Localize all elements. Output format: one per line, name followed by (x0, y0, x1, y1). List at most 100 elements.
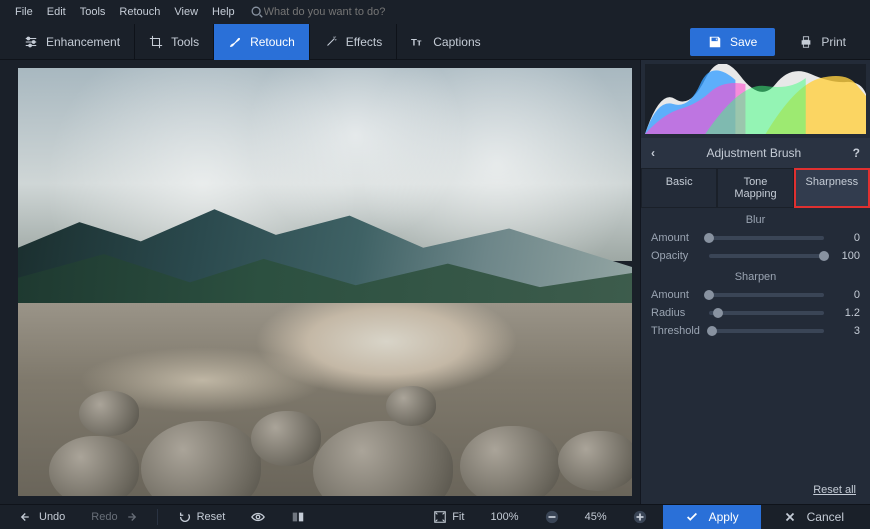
menu-edit[interactable]: Edit (40, 6, 73, 18)
print-label: Print (821, 35, 846, 49)
zoom-in-button[interactable] (623, 506, 657, 528)
reset-label: Reset (197, 511, 226, 523)
slider-thumb[interactable] (707, 326, 717, 336)
slider-value: 3 (830, 325, 860, 337)
tab-enhancement[interactable]: Enhancement (10, 24, 135, 60)
menu-retouch[interactable]: Retouch (112, 6, 167, 18)
slider-track[interactable] (709, 329, 824, 333)
fit-label: Fit (452, 511, 464, 523)
slider-label: Threshold (651, 325, 703, 337)
redo-label: Redo (91, 511, 117, 523)
compare-icon (291, 510, 305, 524)
wand-icon (324, 35, 338, 49)
cancel-button[interactable]: Cancel (767, 505, 860, 529)
cancel-label: Cancel (807, 510, 844, 524)
slider-value: 100 (830, 250, 860, 262)
section-blur-title: Blur (641, 208, 870, 229)
search-icon (250, 5, 264, 19)
reset-all-link[interactable]: Reset all (641, 476, 870, 504)
bottombar: Undo Redo Reset Fit 100% 45% Apply Cance… (0, 504, 870, 529)
brush-icon (228, 35, 242, 49)
undo-label: Undo (39, 511, 65, 523)
slider-value: 0 (830, 232, 860, 244)
slider-value: 0 (830, 289, 860, 301)
tab-tools[interactable]: Tools (135, 24, 214, 60)
slider-track[interactable] (709, 236, 824, 240)
slider-label: Opacity (651, 250, 703, 262)
plus-icon (633, 510, 647, 524)
canvas-area (0, 60, 640, 504)
compare-button[interactable] (281, 506, 315, 528)
save-label: Save (730, 35, 757, 49)
print-button[interactable]: Print (785, 28, 860, 56)
check-icon (685, 510, 699, 524)
minus-icon (545, 510, 559, 524)
tab-label: Captions (433, 35, 480, 49)
zoom-slider-value: 45% (575, 507, 617, 527)
slider-label: Amount (651, 232, 703, 244)
tab-effects[interactable]: Effects (310, 24, 397, 60)
undo-button[interactable]: Undo (10, 506, 75, 528)
panel-header: ‹ Adjustment Brush ? (641, 138, 870, 168)
panel-title: Adjustment Brush (655, 146, 853, 160)
save-icon (708, 35, 722, 49)
text-icon: Tᴛ (411, 35, 425, 49)
close-icon (783, 510, 797, 524)
eye-icon (251, 510, 265, 524)
apply-label: Apply (709, 510, 739, 524)
slider-label: Amount (651, 289, 703, 301)
menubar: File Edit Tools Retouch View Help (0, 0, 870, 24)
zoom-display[interactable]: 100% (480, 507, 528, 527)
reset-button[interactable]: Reset (168, 506, 236, 528)
section-sharpen-title: Sharpen (641, 265, 870, 286)
sub-tab-basic[interactable]: Basic (641, 168, 717, 208)
slider-track[interactable] (709, 254, 824, 258)
apply-button[interactable]: Apply (663, 505, 761, 529)
slider-sharpen-amount: Amount 0 (641, 286, 870, 304)
fit-button[interactable]: Fit (423, 506, 474, 528)
slider-thumb[interactable] (704, 290, 714, 300)
crop-icon (149, 35, 163, 49)
help-icon[interactable]: ? (853, 146, 860, 160)
histogram[interactable] (645, 64, 866, 134)
search-input[interactable] (264, 6, 444, 18)
slider-track[interactable] (709, 311, 824, 315)
tab-label: Retouch (250, 35, 295, 49)
zoom-out-button[interactable] (535, 506, 569, 528)
sliders-icon (24, 35, 38, 49)
menu-help[interactable]: Help (205, 6, 242, 18)
tab-label: Tools (171, 35, 199, 49)
tab-captions[interactable]: Tᴛ Captions (397, 24, 494, 60)
slider-blur-opacity: Opacity 100 (641, 247, 870, 265)
slider-thumb[interactable] (819, 251, 829, 261)
fit-icon (433, 510, 447, 524)
slider-thumb[interactable] (713, 308, 723, 318)
sub-tabs: Basic Tone Mapping Sharpness (641, 168, 870, 208)
tab-label: Effects (346, 35, 382, 49)
reset-icon (178, 510, 192, 524)
print-icon (799, 35, 813, 49)
slider-value: 1.2 (830, 307, 860, 319)
tab-label: Enhancement (46, 35, 120, 49)
preview-button[interactable] (241, 506, 275, 528)
tab-retouch[interactable]: Retouch (214, 24, 310, 60)
toolbar: Enhancement Tools Retouch Effects Tᴛ Cap… (0, 24, 870, 60)
slider-track[interactable] (709, 293, 824, 297)
redo-button[interactable]: Redo (81, 506, 146, 528)
search-wrap (250, 5, 444, 19)
canvas-image[interactable] (18, 68, 632, 496)
sidebar: ‹ Adjustment Brush ? Basic Tone Mapping … (640, 60, 870, 504)
menu-view[interactable]: View (167, 6, 205, 18)
undo-icon (20, 510, 34, 524)
svg-text:Tᴛ: Tᴛ (411, 37, 422, 48)
menu-file[interactable]: File (8, 6, 40, 18)
sub-tab-sharpness[interactable]: Sharpness (794, 168, 870, 208)
sub-tab-tone-mapping[interactable]: Tone Mapping (717, 168, 793, 208)
slider-blur-amount: Amount 0 (641, 229, 870, 247)
save-button[interactable]: Save (690, 28, 775, 56)
slider-thumb[interactable] (704, 233, 714, 243)
slider-sharpen-threshold: Threshold 3 (641, 322, 870, 340)
redo-icon (123, 510, 137, 524)
slider-sharpen-radius: Radius 1.2 (641, 304, 870, 322)
menu-tools[interactable]: Tools (73, 6, 113, 18)
